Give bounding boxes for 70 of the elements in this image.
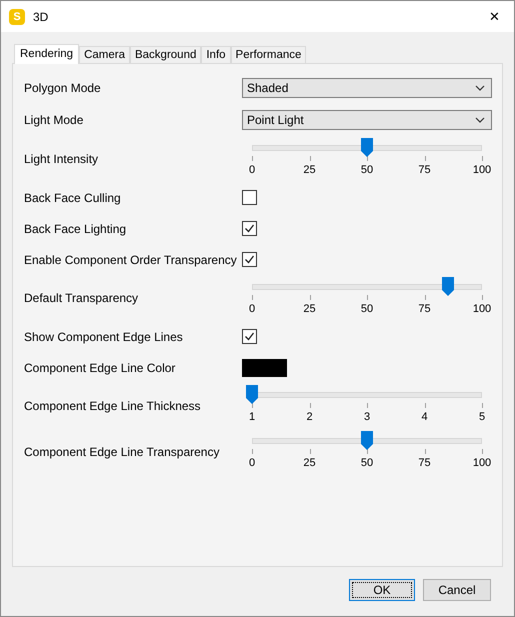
setting-label: Back Face Lighting (24, 222, 128, 236)
tick-mark (482, 295, 483, 300)
tick-mark (482, 449, 483, 454)
tick-mark (424, 156, 426, 161)
tick-mark (252, 449, 253, 454)
checkbox[interactable] (242, 190, 257, 205)
tick-mark (367, 295, 368, 300)
tick-label: 100 (472, 164, 492, 176)
tick-label: 75 (418, 457, 431, 469)
tab[interactable]: Rendering (14, 44, 80, 64)
checkbox[interactable] (242, 221, 257, 236)
tick-label: 75 (418, 303, 431, 315)
color-swatch[interactable] (242, 358, 287, 376)
tick-label: 25 (303, 303, 316, 315)
app-icon: S (9, 8, 25, 24)
tick-mark (252, 156, 253, 161)
tick-label: 100 (472, 457, 492, 469)
tick-label: 75 (418, 164, 431, 176)
tick-mark (424, 449, 426, 454)
tick-label: 3 (364, 411, 370, 423)
slider-thumb[interactable] (442, 277, 454, 296)
setting-label: Light Mode (24, 113, 84, 127)
tick-mark (482, 156, 483, 161)
chevron-down-icon (475, 85, 485, 91)
tick-mark (252, 295, 253, 300)
dropdown[interactable]: Shaded (242, 78, 492, 98)
checkbox[interactable] (242, 329, 257, 344)
checkbox[interactable] (242, 252, 257, 267)
setting-label: Default Transparency (24, 291, 140, 305)
checkmark-icon (244, 254, 255, 265)
setting-label: Back Face Culling (24, 190, 122, 204)
setting-label: Component Edge Line Color (24, 360, 176, 374)
setting-label: Component Edge Line Thickness (24, 399, 202, 413)
tick-label: 1 (248, 411, 256, 423)
setting-label: Light Intensity (24, 152, 100, 166)
tick-label: 0 (248, 164, 256, 176)
dropdown[interactable]: Point Light (242, 110, 492, 130)
checkmark-icon (244, 331, 255, 342)
tab[interactable]: Camera (79, 46, 130, 63)
close-button[interactable]: ✕ (483, 9, 506, 24)
tick-label: 25 (303, 457, 316, 469)
cancel-button[interactable]: Cancel (423, 579, 491, 601)
slider-thumb[interactable] (361, 431, 373, 450)
tab[interactable]: Info (201, 46, 231, 63)
slider-thumb[interactable] (361, 138, 373, 157)
tick-label: 0 (248, 303, 256, 315)
setting-label: Polygon Mode (24, 81, 102, 95)
checkmark-icon (244, 223, 255, 234)
tab[interactable]: Background (130, 46, 202, 63)
tick-label: 50 (360, 303, 374, 315)
setting-label: Show Component Edge Lines (24, 330, 184, 344)
tab[interactable]: Performance (230, 46, 306, 63)
tick-mark (482, 403, 483, 408)
slider-thumb[interactable] (246, 385, 258, 404)
tick-label: 50 (360, 164, 374, 176)
tick-label: 50 (360, 457, 374, 469)
tick-label: 2 (306, 411, 313, 423)
tick-label: 5 (478, 411, 486, 423)
tick-label: 0 (248, 457, 256, 469)
setting-label: Component Edge Line Transparency (24, 445, 220, 459)
chevron-down-icon (475, 117, 485, 123)
tick-label: 4 (421, 411, 428, 423)
tick-mark (424, 295, 426, 300)
tick-label: 100 (472, 303, 492, 315)
window-title: 3D (33, 10, 50, 24)
tick-mark (424, 403, 426, 408)
tick-label: 25 (303, 164, 316, 176)
setting-label: Enable Component Order Transparency (24, 252, 238, 266)
tick-mark (367, 403, 368, 408)
ok-button[interactable]: OK (349, 579, 415, 601)
